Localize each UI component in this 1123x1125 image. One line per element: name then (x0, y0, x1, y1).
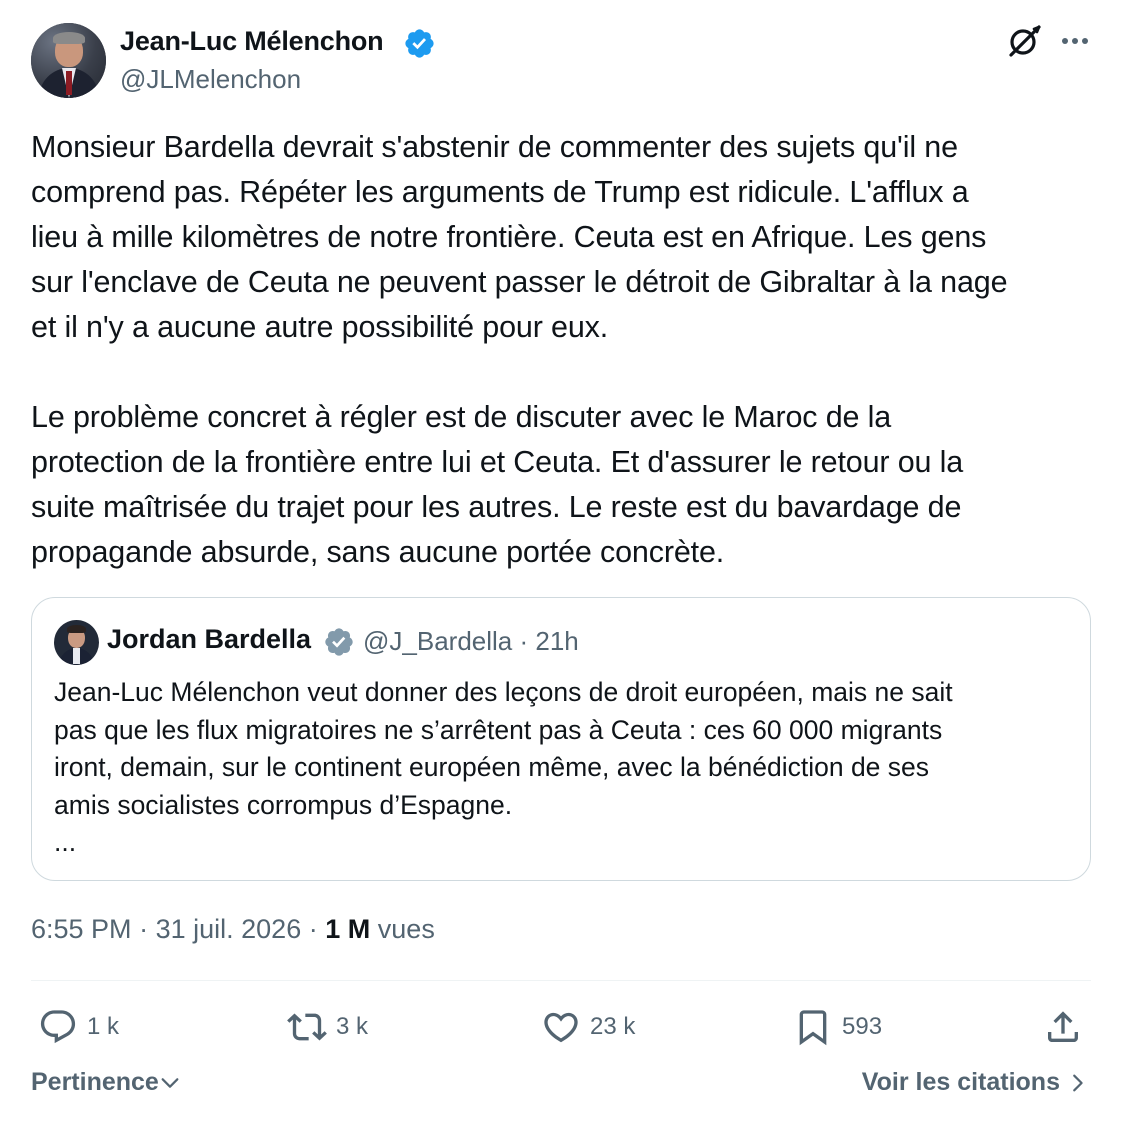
reply-button[interactable]: 1 k (38, 1005, 119, 1049)
sort-label: Pertinence (31, 1068, 159, 1096)
quoted-line: iront, demain, sur le continent européen… (54, 752, 930, 782)
avatar-hair (53, 32, 85, 44)
quoted-time[interactable]: 21h (535, 626, 578, 656)
repost-icon (287, 1013, 327, 1041)
tweet-text: Monsieur Bardella devrait s'abstenir de … (31, 125, 1101, 575)
sort-dropdown[interactable]: Pertinence (31, 1068, 181, 1097)
tweet-line: comprend pas. Répéter les arguments de T… (31, 175, 969, 209)
views-count: 1 M (325, 914, 371, 944)
view-quotes-link[interactable]: Voir les citations (862, 1068, 1088, 1097)
quoted-line: amis socialistes corrompus d’Espagne. (54, 789, 513, 820)
chevron-right-icon (1073, 1074, 1083, 1091)
tweet-time[interactable]: 6:55 PM (31, 914, 132, 944)
quoted-author-avatar[interactable] (54, 620, 99, 665)
views-label: vues (377, 914, 435, 944)
more-dots-icon[interactable] (1058, 28, 1092, 54)
reply-count: 1 k (87, 1013, 120, 1040)
bookmark-count: 593 (842, 1013, 883, 1040)
tweet-line: Monsieur Bardella devrait s'abstenir de … (31, 130, 958, 164)
quoted-tweet-text: Jean-Luc Mélenchon veut donner des leçon… (54, 674, 1064, 862)
quoted-author-name[interactable]: Jordan Bardella (107, 624, 311, 655)
verified-badge-icon (405, 29, 434, 58)
meta-separator: · (139, 914, 149, 944)
meta-separator: · (519, 626, 529, 656)
tweet-line: et il n'y a aucune autre possibilité pou… (31, 310, 609, 344)
like-button[interactable]: 23 k (541, 1005, 635, 1049)
avatar-shirt (73, 648, 80, 664)
quoted-line: Jean-Luc Mélenchon veut donner des leçon… (54, 677, 953, 707)
share-button[interactable] (1043, 1005, 1083, 1049)
heart-icon (544, 1012, 578, 1043)
quoted-line: ... (54, 827, 77, 857)
author-name[interactable]: Jean-Luc Mélenchon (120, 26, 384, 57)
verified-badge-icon (325, 628, 353, 656)
tweet-line: Le problème concret à régler est de disc… (31, 400, 892, 434)
share-icon (1048, 1011, 1078, 1042)
author-handle[interactable]: @JLMelenchon (120, 64, 301, 95)
avatar-hair (67, 625, 86, 633)
tweet-line: lieu à mille kilomètres de notre frontiè… (31, 220, 987, 254)
tweet-line: suite maîtrisée du trajet pour les autre… (31, 490, 962, 524)
tweet-line: protection de la frontière entre lui et … (31, 445, 964, 479)
view-quotes-label: Voir les citations (861, 1068, 1060, 1096)
bookmark-icon (799, 1010, 827, 1046)
quoted-line: pas que les flux migratoires ne s’arrête… (54, 714, 943, 745)
repost-button[interactable]: 3 k (287, 1005, 368, 1049)
meta-separator: · (308, 914, 318, 944)
avatar-tie (66, 71, 72, 95)
bookmark-button[interactable]: 593 (793, 1005, 882, 1049)
divider (31, 980, 1091, 981)
quoted-meta: @J_Bardella · 21h (363, 626, 579, 657)
repost-count: 3 k (336, 1013, 369, 1040)
reply-icon (40, 1010, 76, 1044)
tweet-line: sur l'enclave de Ceuta ne peuvent passer… (31, 265, 1008, 299)
like-count: 23 k (590, 1013, 636, 1040)
tweet-date[interactable]: 31 juil. 2026 (156, 914, 302, 944)
quoted-tweet-card[interactable]: Jordan Bardella @J_Bardella · 21h Jean-L… (31, 597, 1091, 881)
grok-icon[interactable] (1006, 23, 1042, 59)
quoted-author-handle[interactable]: @J_Bardella (363, 626, 512, 656)
tweet-line: propagande absurde, sans aucune portée c… (31, 535, 725, 569)
chevron-down-icon (161, 1077, 179, 1088)
tweet-timestamp: 6:55 PM · 31 juil. 2026 · 1 M vues (31, 914, 435, 945)
author-avatar[interactable] (31, 23, 106, 98)
